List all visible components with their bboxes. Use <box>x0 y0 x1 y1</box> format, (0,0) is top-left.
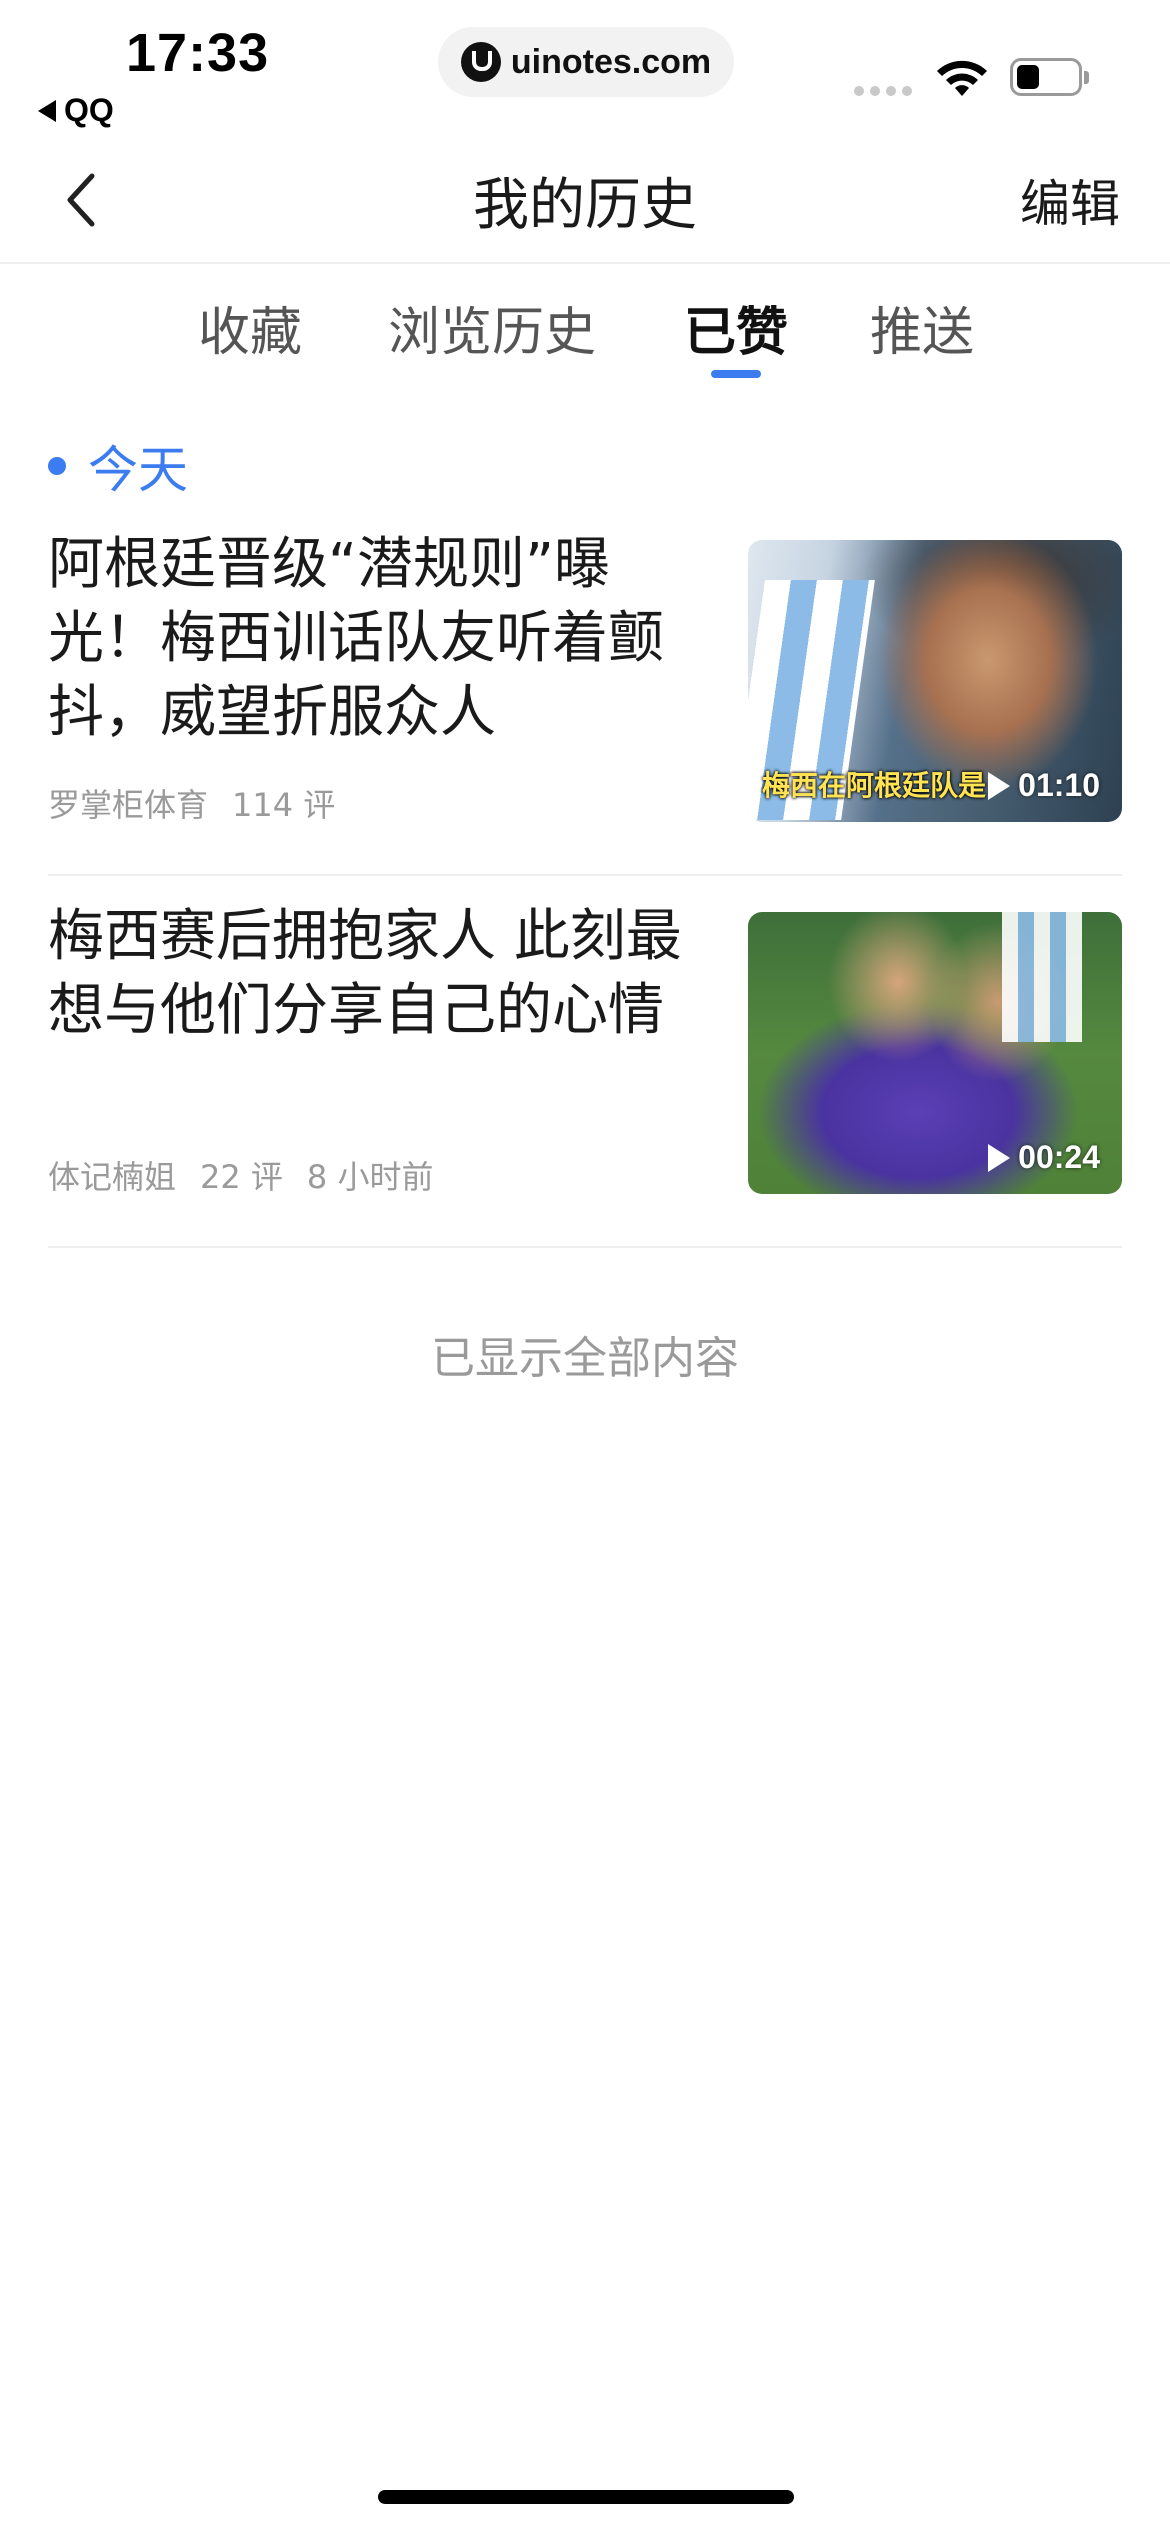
battery-icon <box>1010 58 1089 96</box>
item-title[interactable]: 阿根廷晋级“潜规则”曝光！梅西训话队友听着颤抖，威望折服众人 <box>48 528 708 750</box>
thumbnail-caption: 梅西在阿根廷队是 <box>762 769 987 802</box>
duration-text: 01:10 <box>1018 767 1100 803</box>
video-thumbnail[interactable]: 00:24 <box>748 912 1122 1194</box>
item-comments: 22 评 <box>200 1158 283 1196</box>
wifi-icon <box>937 60 987 96</box>
site-logo-icon <box>460 42 501 82</box>
edit-button[interactable]: 编辑 <box>1020 164 1120 236</box>
item-time: 8 小时前 <box>306 1158 434 1196</box>
video-duration: 00:24 <box>988 1139 1100 1176</box>
tab-push[interactable]: 推送 <box>870 290 974 365</box>
item-title[interactable]: 梅西赛后拥抱家人 此刻最想与他们分享自己的心情 <box>48 900 708 1048</box>
tab-browse-history[interactable]: 浏览历史 <box>388 290 596 365</box>
item-source[interactable]: 体记楠姐 <box>48 1152 176 1198</box>
back-to-app-button[interactable]: QQ <box>38 92 114 129</box>
tab-favorites[interactable]: 收藏 <box>198 290 302 365</box>
url-text: uinotes.com <box>510 42 712 81</box>
home-indicator[interactable] <box>378 2490 794 2504</box>
section-dot-icon <box>48 457 66 475</box>
item-divider <box>48 874 1122 876</box>
video-duration: 01:10 <box>988 767 1100 804</box>
page-title: 我的历史 <box>473 173 697 238</box>
nav-divider <box>0 262 1170 264</box>
cellular-signal-icon <box>854 86 912 96</box>
back-app-label: QQ <box>64 92 114 128</box>
url-pill[interactable]: uinotes.com <box>438 27 734 97</box>
item-source[interactable]: 罗掌柜体育 <box>48 780 208 826</box>
back-triangle-icon <box>38 99 56 122</box>
status-time: 17:33 <box>126 23 270 83</box>
duration-text: 00:24 <box>1018 1139 1100 1175</box>
play-icon <box>988 1143 1011 1172</box>
tab-liked[interactable]: 已赞 <box>684 290 788 365</box>
item-divider <box>48 1246 1122 1248</box>
item-meta: 罗掌柜体育 114 评 <box>48 780 335 826</box>
play-icon <box>988 771 1011 800</box>
active-tab-indicator <box>711 370 761 378</box>
section-label-today: 今天 <box>88 441 188 499</box>
end-of-list-text: 已显示全部内容 <box>431 1333 739 1384</box>
item-comments: 114 评 <box>232 786 336 824</box>
video-thumbnail[interactable]: 梅西在阿根廷队是 01:10 <box>748 540 1122 822</box>
item-meta: 体记楠姐 22 评 8 小时前 <box>48 1152 433 1198</box>
